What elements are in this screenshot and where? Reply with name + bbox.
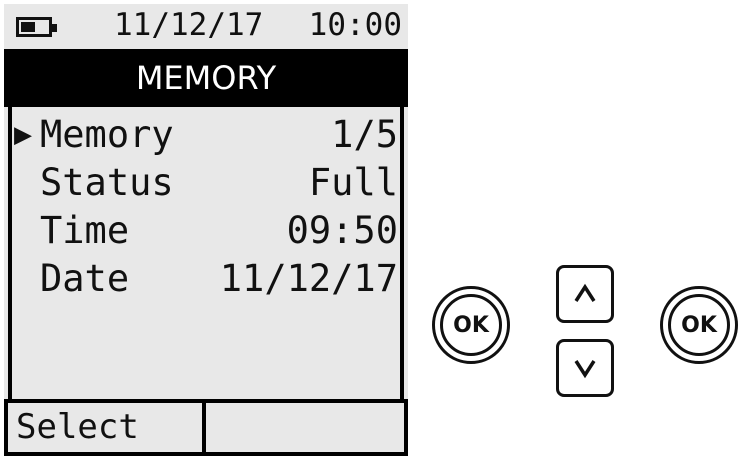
battery-low-icon bbox=[16, 17, 57, 37]
menu-list: ▶ Memory 1/5 Status Full Time 09:50 Date… bbox=[8, 107, 404, 399]
menu-row-date[interactable]: Date 11/12/17 bbox=[12, 255, 400, 303]
softkey-right[interactable] bbox=[206, 403, 404, 452]
selection-cursor-icon: ▶ bbox=[14, 117, 33, 152]
menu-row-memory[interactable]: ▶ Memory 1/5 bbox=[12, 111, 400, 159]
ok-button-left[interactable]: OK bbox=[432, 286, 510, 364]
status-bar: 11/12/17 10:00 bbox=[4, 4, 408, 49]
chevron-down-icon bbox=[574, 360, 596, 379]
menu-row-value: Full bbox=[308, 161, 398, 204]
device-screen: 11/12/17 10:00 MEMORY ▶ Memory 1/5 Statu… bbox=[4, 4, 408, 456]
ok-button-label: OK bbox=[440, 294, 502, 356]
down-button[interactable] bbox=[556, 339, 614, 397]
menu-row-label: Date bbox=[40, 257, 130, 300]
status-date: 11/12/17 bbox=[114, 7, 264, 43]
menu-row-value: 1/5 bbox=[331, 113, 398, 156]
menu-row-label: Time bbox=[40, 209, 130, 252]
ok-button-label: OK bbox=[668, 294, 730, 356]
menu-row-label: Status bbox=[40, 161, 174, 204]
softkey-bar: Select bbox=[4, 399, 408, 456]
menu-row-time[interactable]: Time 09:50 bbox=[12, 207, 400, 255]
menu-row-value: 09:50 bbox=[286, 209, 398, 252]
up-button[interactable] bbox=[556, 265, 614, 323]
chevron-up-icon bbox=[574, 283, 596, 302]
softkey-select[interactable]: Select bbox=[8, 403, 206, 452]
status-time: 10:00 bbox=[308, 7, 402, 43]
ok-button-right[interactable]: OK bbox=[660, 286, 738, 364]
menu-row-value: 11/12/17 bbox=[219, 257, 398, 300]
menu-row-status[interactable]: Status Full bbox=[12, 159, 400, 207]
screen-title: MEMORY bbox=[4, 49, 408, 107]
menu-row-label: Memory bbox=[40, 113, 174, 156]
